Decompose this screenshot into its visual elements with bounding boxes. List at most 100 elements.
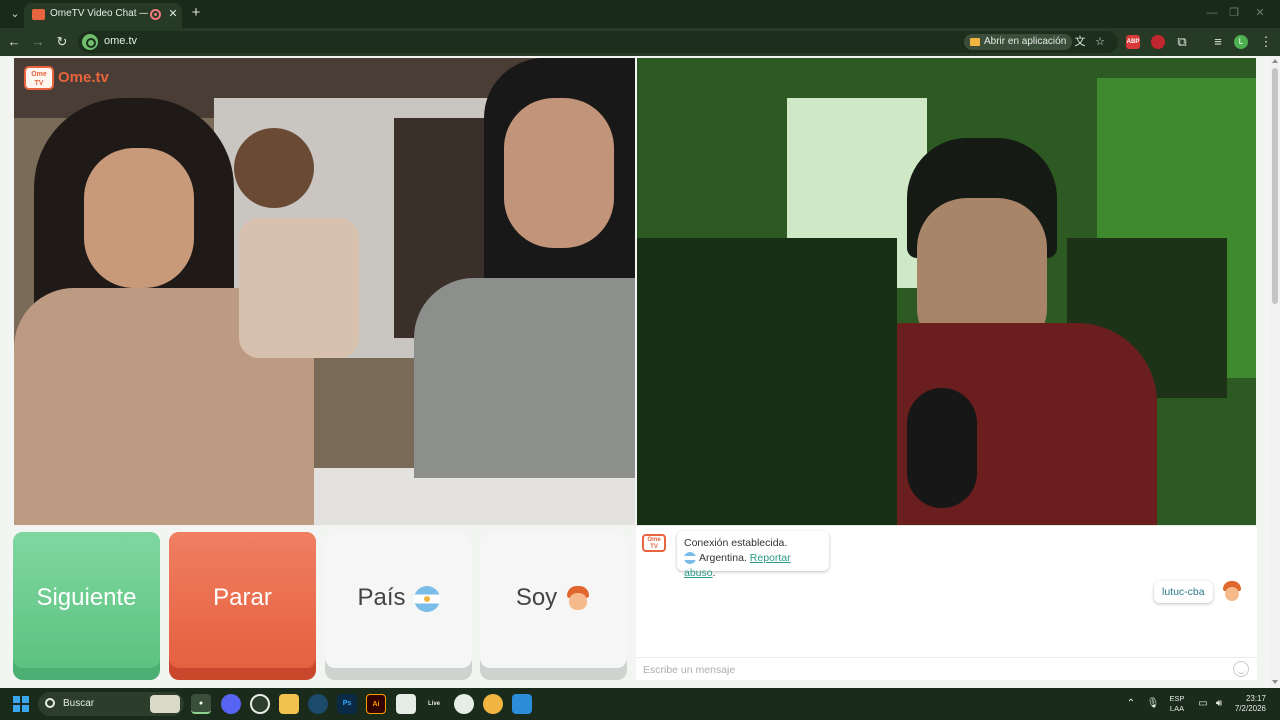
stop-button-label: Parar bbox=[213, 584, 272, 611]
boy-avatar-icon bbox=[565, 585, 591, 612]
scroll-thumb[interactable] bbox=[1272, 68, 1278, 304]
country-button-content: País bbox=[325, 584, 472, 612]
person-body-right bbox=[414, 278, 635, 478]
address-bar[interactable]: ome.tv Abrir en aplicación 文 ☆ bbox=[78, 31, 1118, 53]
microphone bbox=[907, 388, 977, 508]
extension-icon[interactable] bbox=[1151, 35, 1165, 49]
argentina-flag-icon bbox=[684, 552, 696, 565]
partner-country: Argentina. bbox=[699, 552, 747, 564]
capcut-icon[interactable] bbox=[396, 694, 416, 714]
adblock-icon[interactable]: ABP bbox=[1126, 35, 1140, 49]
chrome-icon[interactable]: ● bbox=[191, 694, 211, 714]
ometv-logo-text: Ome.tv bbox=[58, 69, 109, 86]
chevron-down-icon[interactable]: ⌄ bbox=[6, 5, 24, 23]
system-clock[interactable]: 23:17 7/2/2026 bbox=[1226, 694, 1266, 714]
open-in-app-button[interactable]: Abrir en aplicación bbox=[964, 34, 1073, 50]
person-back bbox=[234, 128, 314, 208]
tab-ometv[interactable]: OmeTV Video Chat — Ome ✕ bbox=[24, 3, 182, 28]
argentina-flag-icon bbox=[413, 585, 440, 612]
language-indicator[interactable]: ESP LAA bbox=[1166, 694, 1188, 714]
tab-strip: ⌄ OmeTV Video Chat — Ome ✕ + — ❐ ✕ bbox=[0, 0, 1280, 28]
next-button[interactable]: Siguiente bbox=[13, 532, 160, 680]
taskbar-search[interactable]: Buscar bbox=[38, 692, 184, 716]
puzzle-icon[interactable]: ⧉ bbox=[1174, 34, 1190, 50]
volume-icon[interactable]: 🔊︎ bbox=[1212, 697, 1226, 711]
next-button-label: Siguiente bbox=[36, 584, 137, 611]
forward-icon[interactable]: → bbox=[30, 34, 46, 50]
ometv-chat-icon: Ome TV bbox=[642, 534, 666, 552]
file-explorer-icon[interactable] bbox=[279, 694, 299, 714]
report-suffix: . bbox=[712, 567, 716, 579]
tab-title: OmeTV Video Chat — Ome bbox=[50, 8, 148, 19]
message-input[interactable]: Escribe un mensaje bbox=[636, 657, 1257, 681]
next-button-face: Siguiente bbox=[13, 532, 160, 668]
system-message: Conexión establecida. Argentina. Reporta… bbox=[677, 531, 829, 579]
url-text: ome.tv bbox=[104, 35, 138, 47]
translate-icon[interactable]: 文 bbox=[1072, 34, 1088, 50]
language-code: ESP bbox=[1169, 694, 1185, 703]
media-control-icon[interactable]: ≡ bbox=[1210, 34, 1226, 50]
steam-icon[interactable] bbox=[308, 694, 328, 714]
unity-icon[interactable] bbox=[454, 694, 474, 714]
page-scrollbar[interactable] bbox=[1270, 56, 1280, 688]
photoshop-icon[interactable]: Ps bbox=[337, 694, 357, 714]
page-viewport: Ome TV Ome.tv Siguiente Parar País Soy O… bbox=[0, 56, 1280, 688]
scroll-down-icon[interactable] bbox=[1272, 680, 1278, 684]
message-input-placeholder: Escribe un mensaje bbox=[643, 664, 736, 676]
close-icon[interactable]: ✕ bbox=[166, 7, 180, 21]
keyboard-layout: LAA bbox=[1169, 704, 1185, 713]
live-app-icon[interactable]: Live bbox=[424, 694, 444, 714]
vscode-icon[interactable] bbox=[512, 694, 532, 714]
country-button-face: País bbox=[325, 532, 472, 668]
partner-avatar-icon bbox=[1222, 581, 1242, 603]
scroll-up-icon[interactable] bbox=[1272, 59, 1278, 63]
windows-taskbar: Buscar ● Ps Ai Live ⌃ 🎙︎ ESP LAA ▭ 🔊︎ 23… bbox=[0, 688, 1280, 720]
connection-status: Conexión establecida. bbox=[684, 537, 788, 549]
person-face-left bbox=[84, 148, 194, 288]
chat-panel: Ome TV Conexión establecida. Argentina. … bbox=[636, 525, 1257, 680]
site-info-icon[interactable] bbox=[82, 34, 98, 50]
star-icon[interactable]: ☆ bbox=[1092, 34, 1108, 50]
ometv-favicon-icon bbox=[32, 9, 45, 20]
illustrator-icon[interactable]: Ai bbox=[366, 694, 386, 714]
clock-time: 23:17 bbox=[1245, 694, 1266, 703]
ometv-logo: Ome TV Ome.tv bbox=[24, 66, 116, 94]
app-icon bbox=[970, 38, 980, 46]
gender-button-label: Soy bbox=[515, 584, 558, 611]
search-highlight-image bbox=[150, 695, 180, 713]
stop-button[interactable]: Parar bbox=[169, 532, 316, 680]
back-icon[interactable]: ← bbox=[6, 34, 22, 50]
person-back-body bbox=[239, 218, 359, 358]
microphone-icon[interactable]: 🎙︎ bbox=[1146, 697, 1160, 711]
restore-icon[interactable]: ❐ bbox=[1226, 5, 1242, 21]
recording-icon bbox=[150, 9, 161, 20]
gender-button[interactable]: Soy bbox=[480, 532, 627, 680]
obs-icon[interactable] bbox=[250, 694, 270, 714]
open-in-app-label: Abrir en aplicación bbox=[984, 36, 1067, 47]
clock-date: 7/2/2026 bbox=[1234, 704, 1266, 713]
emoji-icon[interactable] bbox=[1233, 661, 1249, 677]
blender-icon[interactable] bbox=[483, 694, 503, 714]
new-tab-button[interactable]: + bbox=[188, 5, 204, 21]
discord-icon[interactable] bbox=[221, 694, 241, 714]
mic-arm bbox=[637, 238, 897, 525]
browser-toolbar: ← → ↻ ome.tv Abrir en aplicación 文 ☆ ABP… bbox=[0, 28, 1280, 56]
self-video bbox=[637, 58, 1256, 525]
gender-button-face: Soy bbox=[480, 532, 627, 668]
person-face-right bbox=[504, 98, 614, 248]
windows-start-icon[interactable] bbox=[13, 696, 29, 712]
monitor-icon[interactable]: ▭ bbox=[1196, 697, 1210, 711]
menu-icon[interactable]: ⋮ bbox=[1258, 34, 1274, 50]
profile-avatar[interactable]: L bbox=[1234, 35, 1248, 49]
search-icon bbox=[45, 698, 55, 708]
country-button-label: País bbox=[357, 584, 406, 611]
chevron-up-icon[interactable]: ⌃ bbox=[1124, 697, 1138, 711]
stop-button-face: Parar bbox=[169, 532, 316, 668]
taskbar-search-text: Buscar bbox=[63, 698, 95, 709]
partner-video[interactable]: Ome TV Ome.tv bbox=[14, 58, 635, 525]
minimize-icon[interactable]: — bbox=[1204, 5, 1220, 21]
reload-icon[interactable]: ↻ bbox=[54, 34, 70, 50]
partner-country-line: Argentina. Reportar abuso. bbox=[684, 551, 822, 581]
country-button[interactable]: País bbox=[325, 532, 472, 680]
window-close-icon[interactable]: ✕ bbox=[1252, 5, 1268, 21]
